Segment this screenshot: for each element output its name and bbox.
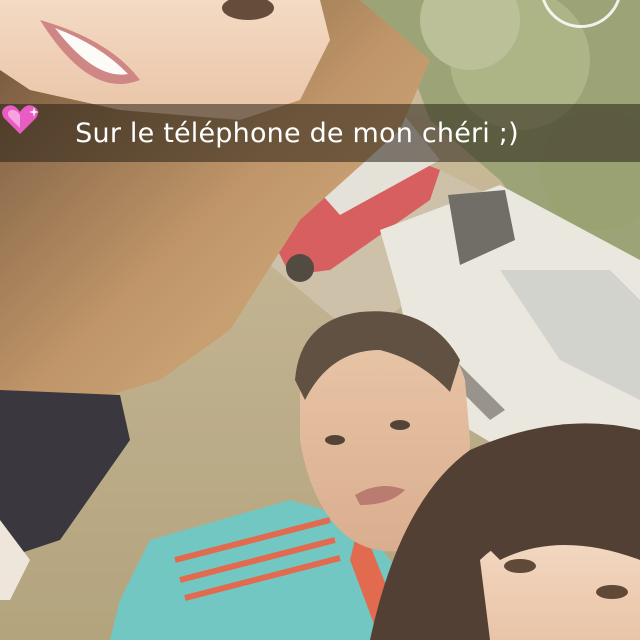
snap-photo: Sur le téléphone de mon chéri ;)	[0, 0, 640, 640]
photo-scene	[0, 0, 640, 640]
snap-caption-bar: Sur le téléphone de mon chéri ;)	[0, 104, 640, 162]
sparkling-heart-icon	[2, 105, 565, 149]
photo-filter	[0, 0, 640, 640]
snap-caption: Sur le téléphone de mon chéri ;)	[75, 117, 519, 149]
